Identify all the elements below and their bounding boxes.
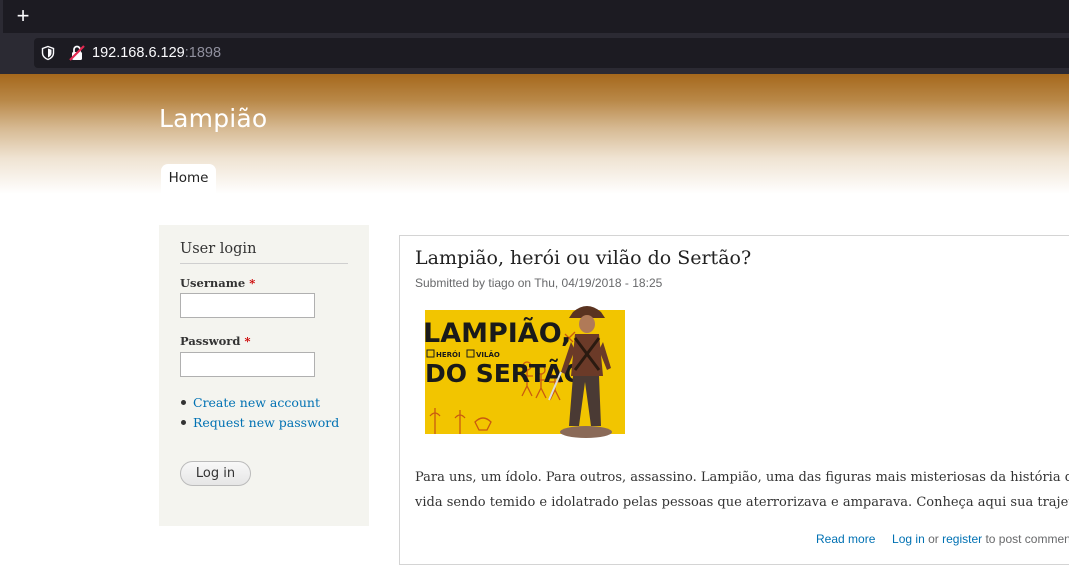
site-name[interactable]: Lampião — [159, 104, 267, 133]
article-teaser-line2: vida sendo temido e idolatrado pelas pes… — [415, 495, 1069, 510]
article-submitted-info: Submitted by tiago on Thu, 04/19/2018 - … — [415, 276, 663, 290]
nav-tab-home[interactable]: Home — [161, 164, 216, 196]
bullet-icon — [181, 400, 186, 405]
request-password-link[interactable]: Request new password — [180, 415, 339, 435]
post-comments-text: to post comments — [985, 532, 1069, 546]
request-password-link-text[interactable]: Request new password — [193, 415, 339, 430]
create-account-link[interactable]: Create new account — [180, 395, 339, 415]
site-header: Lampião Home — [0, 74, 1069, 196]
username-label-text: Username — [180, 276, 246, 290]
article-links: Read more Log in or register to post com… — [816, 532, 1069, 546]
user-login-block: User login Username * Password * Create … — [159, 225, 369, 526]
article-title[interactable]: Lampião, herói ou vilão do Sertão? — [415, 247, 751, 269]
password-label-text: Password — [180, 334, 241, 348]
user-login-title: User login — [180, 241, 348, 264]
password-input[interactable] — [180, 352, 315, 377]
poster-title-line1: LAMPIÃO, — [423, 317, 571, 349]
address-bar[interactable]: 192.168.6.129:1898 — [34, 38, 1069, 68]
password-label: Password * — [180, 334, 250, 348]
username-required-mark: * — [249, 276, 256, 290]
browser-nav-bar: 192.168.6.129:1898 — [0, 33, 1069, 74]
lampiao-poster-image: LAMPIÃO, HERÓI VILÃO DO SERTÃO — [423, 306, 625, 438]
poster-check-vilao: VILÃO — [476, 350, 500, 359]
username-input[interactable] — [180, 293, 315, 318]
tab-strip-edge — [0, 0, 3, 33]
register-link[interactable]: register — [942, 532, 982, 546]
article-image: LAMPIÃO, HERÓI VILÃO DO SERTÃO — [415, 298, 634, 447]
article-node: Lampião, herói ou vilão do Sertão? Submi… — [399, 235, 1069, 565]
web-page: Lampião Home User login Username * Passw… — [0, 74, 1069, 581]
bullet-icon — [181, 420, 186, 425]
article-teaser: Para uns, um ídolo. Para outros, assassi… — [415, 465, 1069, 515]
login-button[interactable]: Log in — [180, 461, 251, 486]
password-required-mark: * — [244, 334, 251, 348]
new-tab-icon[interactable]: + — [12, 5, 34, 27]
create-account-link-text[interactable]: Create new account — [193, 395, 320, 410]
or-text: or — [924, 532, 943, 546]
url-port: :1898 — [184, 45, 222, 61]
url-text[interactable]: 192.168.6.129:1898 — [92, 45, 221, 61]
browser-tab-bar: + — [0, 0, 1069, 33]
login-comment-link[interactable]: Log in — [892, 532, 925, 546]
username-label: Username * — [180, 276, 255, 290]
insecure-connection-lock-icon[interactable] — [68, 44, 86, 62]
tracking-protection-shield-icon[interactable] — [40, 45, 56, 61]
login-links-list: Create new account Request new password — [180, 395, 339, 435]
poster-check-heroi: HERÓI — [436, 350, 461, 359]
article-teaser-line1: Para uns, um ídolo. Para outros, assassi… — [415, 470, 1069, 485]
read-more-link[interactable]: Read more — [816, 532, 875, 546]
url-host: 192.168.6.129 — [92, 45, 185, 61]
